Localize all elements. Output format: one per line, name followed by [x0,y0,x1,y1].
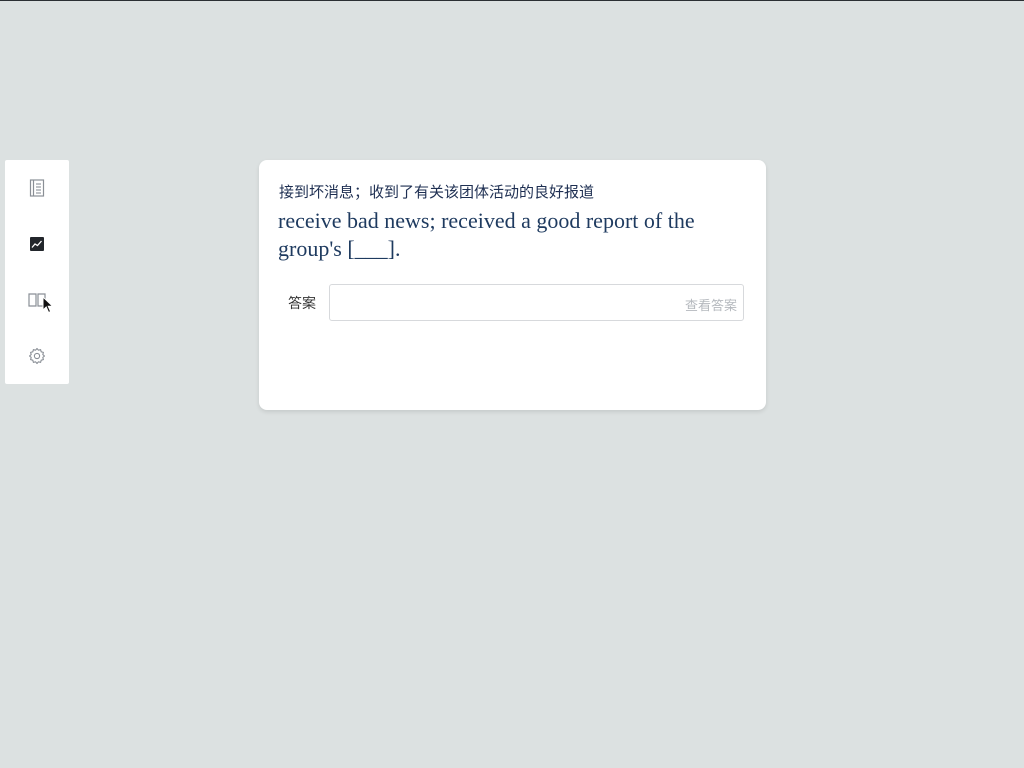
sidebar-item-book[interactable] [21,284,53,316]
show-answer-button[interactable]: 查看答案 [685,295,737,314]
answer-input[interactable] [329,284,744,321]
chinese-sentence: 接到坏消息；收到了有关该团体活动的良好报道 [279,183,595,201]
gear-icon [28,347,46,365]
window-top-border [0,0,1024,1]
sidebar-item-stats[interactable] [21,228,53,260]
list-icon [29,179,45,197]
chart-icon [30,237,44,251]
sidebar [5,160,69,384]
book-icon [28,293,46,307]
question-card: 接到坏消息；收到了有关该团体活动的良好报道 receive bad news; … [259,160,766,410]
answer-label: 答案 [288,296,316,312]
english-sentence: receive bad news; received a good report… [278,208,695,261]
sidebar-item-list[interactable] [21,172,53,204]
sidebar-item-settings[interactable] [21,340,53,372]
